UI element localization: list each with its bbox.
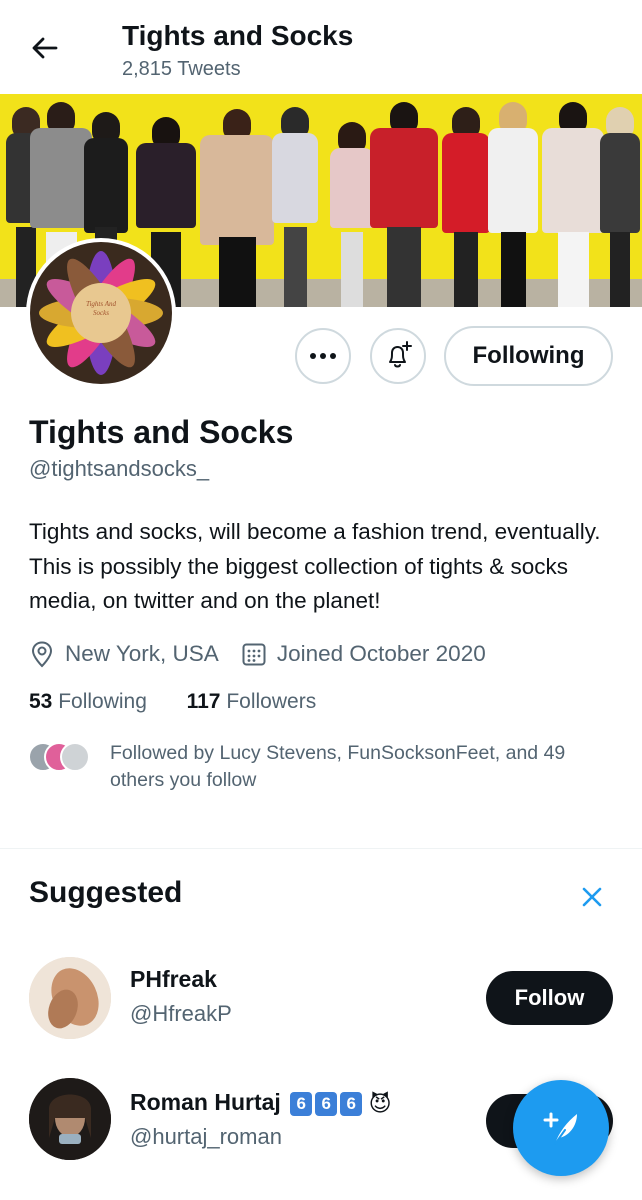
dismiss-suggested-button[interactable] — [578, 883, 606, 911]
following-label: Following — [58, 690, 147, 713]
more-options-button[interactable] — [295, 328, 351, 384]
suggested-avatar-art — [29, 957, 111, 1039]
followers-link[interactable]: 117 Followers — [187, 690, 317, 713]
devil-emoji: 😈 — [368, 1090, 392, 1116]
suggested-name[interactable]: PHfreak — [130, 966, 217, 993]
banner-figure — [330, 122, 374, 307]
mini-avatar — [60, 742, 90, 772]
profile-bio: Tights and socks, will become a fashion … — [29, 519, 601, 613]
profile-name: Tights and Socks — [29, 414, 294, 450]
notifications-button[interactable] — [370, 328, 426, 384]
avatar-image: Tights And Socks — [30, 242, 172, 384]
back-button[interactable] — [26, 30, 62, 66]
calendar-icon — [242, 643, 266, 666]
banner-figure — [600, 107, 640, 307]
following-button[interactable]: Following — [444, 326, 613, 386]
joined-item: Joined October 2020 — [241, 641, 486, 667]
profile-handle: @tightsandsocks_ — [29, 456, 210, 481]
bell-plus-icon — [389, 341, 412, 368]
joined-text: Joined October 2020 — [276, 641, 486, 666]
tweet-count: 2,815 Tweets — [122, 58, 241, 80]
suggested-name: Roman Hurtaj — [130, 1089, 281, 1115]
location-pin-icon — [31, 641, 53, 668]
suggested-title: Suggested — [29, 876, 183, 909]
suggested-avatar[interactable] — [29, 1078, 111, 1160]
banner-figure — [370, 102, 438, 307]
profile-meta: New York, USA Joined October 2020 — [29, 638, 508, 670]
location-item: New York, USA — [29, 640, 219, 668]
section-divider — [0, 848, 642, 849]
suggested-handle: @hurtaj_roman — [130, 1124, 282, 1149]
following-count: 53 — [29, 690, 53, 713]
banner-figure — [272, 107, 318, 307]
follow-stats: 53 Following 117 Followers — [29, 690, 316, 714]
compose-tweet-button[interactable] — [513, 1080, 609, 1176]
banner-figure — [488, 102, 538, 307]
arrow-left-icon — [32, 37, 58, 59]
profile-avatar[interactable]: Tights And Socks — [26, 238, 176, 388]
number-badge: 6 — [340, 1091, 363, 1116]
number-badge: 6 — [315, 1091, 338, 1116]
banner-figure — [200, 109, 274, 307]
banner-figure — [542, 102, 604, 307]
close-icon — [582, 887, 602, 907]
follow-button[interactable]: Follow — [486, 971, 613, 1025]
suggested-handle: @HfreakP — [130, 1001, 232, 1026]
suggested-avatar[interactable] — [29, 957, 111, 1039]
followed-by-avatars[interactable] — [28, 742, 98, 774]
followers-count: 117 — [186, 690, 221, 713]
banner-figure — [442, 107, 490, 307]
suggested-avatar-art — [29, 1078, 111, 1160]
following-link[interactable]: 53 Following — [29, 690, 147, 713]
suggested-name-row[interactable]: Roman Hurtaj 666 😈 — [130, 1089, 392, 1117]
location-text: New York, USA — [65, 641, 219, 666]
followed-by-text[interactable]: Followed by Lucy Stevens, FunSocksonFeet… — [110, 740, 620, 794]
header-title: Tights and Socks — [122, 20, 354, 51]
avatar-caption: Tights And Socks — [85, 300, 117, 317]
more-horizontal-icon — [310, 353, 336, 359]
number-badge: 6 — [290, 1091, 313, 1116]
followers-label: Followers — [226, 690, 317, 713]
feather-plus-icon — [543, 1112, 577, 1145]
